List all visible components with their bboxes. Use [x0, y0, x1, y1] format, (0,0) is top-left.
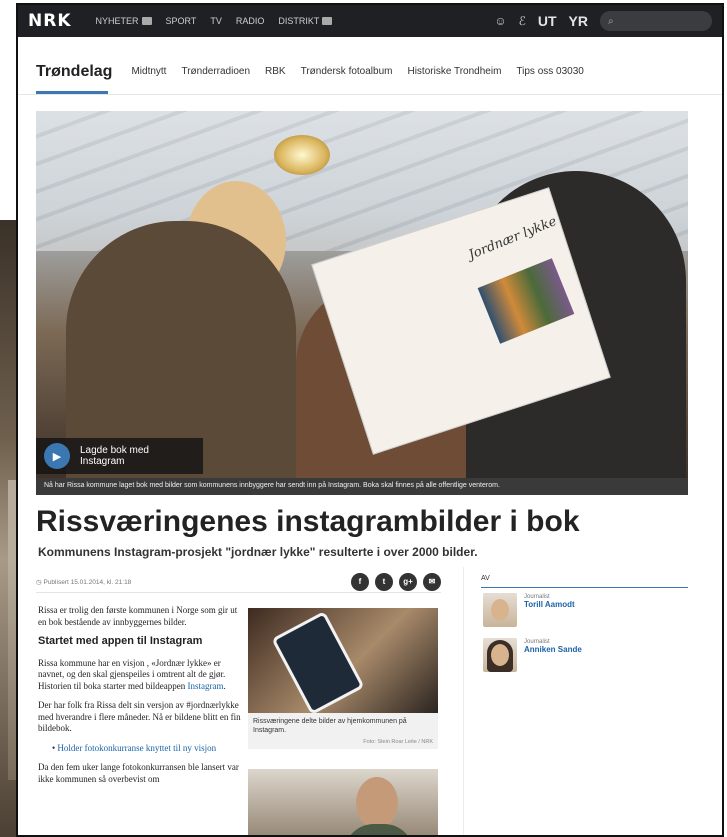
article-meta: ◷ Publisert 15.01.2014, kl. 21:18 f t g+…	[36, 571, 441, 593]
search-input[interactable]: ⌕	[600, 11, 712, 31]
google-plus-icon[interactable]: g+	[399, 572, 417, 591]
author-card[interactable]: Journalist Torill Aamodt	[483, 593, 683, 627]
subheading: Startet med appen til Instagram	[38, 635, 203, 647]
column-divider	[463, 567, 464, 835]
author-photo	[483, 638, 517, 672]
person-face	[356, 777, 398, 829]
section-item-midtnytt[interactable]: Midtnytt	[131, 66, 166, 77]
email-icon[interactable]: ✉	[423, 572, 441, 591]
figure-caption: Rissværingene delte bilder av hjemkommun…	[248, 713, 438, 737]
author-photo	[483, 593, 517, 627]
section-item-tips-oss[interactable]: Tips oss 03030	[516, 66, 583, 77]
section-item-rbk[interactable]: RBK	[265, 66, 286, 77]
user-icon[interactable]: ☺	[494, 14, 506, 28]
phone	[271, 610, 365, 716]
nav-sport[interactable]: SPORT	[166, 16, 197, 26]
share-buttons: f t g+ ✉	[351, 572, 441, 591]
section-item-tronderradioen[interactable]: Trønderradioen	[181, 66, 250, 77]
twitter-icon[interactable]: t	[375, 572, 393, 591]
related-article-link[interactable]: Holder fotokonkurranse knyttet til ny vi…	[57, 743, 216, 753]
nav-distrikt[interactable]: DISTRIKT	[278, 16, 333, 26]
figure-image[interactable]	[248, 608, 438, 716]
instagram-link[interactable]: Instagram	[187, 681, 223, 691]
p3-icon[interactable]: ℰ	[519, 14, 526, 28]
ceiling-lamp	[274, 135, 330, 175]
authors-heading: AV	[481, 575, 688, 588]
dropdown-icon	[141, 17, 152, 25]
photo-credit: Foto: Stein Roar Leite / NRK	[248, 737, 438, 749]
author-card[interactable]: Journalist Anniken Sande	[483, 638, 683, 672]
article-lead: Kommunens Instagram-prosjekt "jordnær ly…	[38, 545, 478, 559]
ut-link[interactable]: UT	[538, 13, 557, 29]
author-name[interactable]: Anniken Sande	[524, 645, 582, 654]
play-icon[interactable]: ▶	[44, 443, 70, 469]
hero-image[interactable]: Jordnær lykke	[36, 111, 688, 478]
top-navigation-bar: NRK NYHETER SPORT TV RADIO DISTRIKT ☺ ℰ …	[18, 5, 722, 37]
facebook-icon[interactable]: f	[351, 572, 369, 591]
paragraph: Rissa er trolig den første kommunen i No…	[38, 605, 238, 627]
paragraph: Der har folk fra Rissa delt sin versjon …	[38, 700, 241, 733]
video-title[interactable]: Lagde bok med Instagram	[80, 445, 190, 467]
paragraph: Rissa kommune har en visjon , «Jordnær l…	[38, 657, 226, 691]
inline-figure-2[interactable]	[248, 769, 438, 835]
person-body	[344, 824, 414, 835]
section-navigation: Trøndelag Midtnytt Trønderradioen RBK Tr…	[18, 37, 722, 95]
section-brand[interactable]: Trøndelag	[36, 63, 112, 81]
nav-nyheter[interactable]: NYHETER	[96, 16, 152, 26]
nav-radio[interactable]: RADIO	[236, 16, 265, 26]
image-caption: Nå har Rissa kommune laget bok med bilde…	[36, 478, 688, 495]
nrk-logo[interactable]: NRK	[28, 11, 72, 31]
section-item-fotoalbum[interactable]: Trøndersk fotoalbum	[301, 66, 393, 77]
search-icon: ⌕	[608, 15, 614, 27]
video-badge[interactable]: ▶ Lagde bok med Instagram	[36, 438, 203, 474]
dropdown-icon	[322, 17, 333, 25]
inline-figure: Rissværingene delte bilder av hjemkommun…	[248, 608, 438, 758]
article-body: Rissa er trolig den første kommunen i No…	[38, 605, 243, 793]
browser-page: NRK NYHETER SPORT TV RADIO DISTRIKT ☺ ℰ …	[16, 3, 724, 837]
yr-link[interactable]: YR	[569, 13, 588, 29]
paragraph: Da den fem uker lange fotokonkurransen b…	[38, 762, 239, 784]
related-link-item: • Holder fotokonkurranse knyttet til ny …	[52, 742, 217, 753]
author-name[interactable]: Torill Aamodt	[524, 600, 575, 609]
article-headline: Rissværingenes instagrambilder i bok	[36, 505, 580, 538]
published-date: ◷ Publisert 15.01.2014, kl. 21:18	[36, 578, 132, 586]
nav-tv[interactable]: TV	[210, 16, 222, 26]
top-right-tools: ☺ ℰ UT YR ⌕	[494, 11, 712, 31]
section-item-historiske-trondheim[interactable]: Historiske Trondheim	[407, 66, 501, 77]
